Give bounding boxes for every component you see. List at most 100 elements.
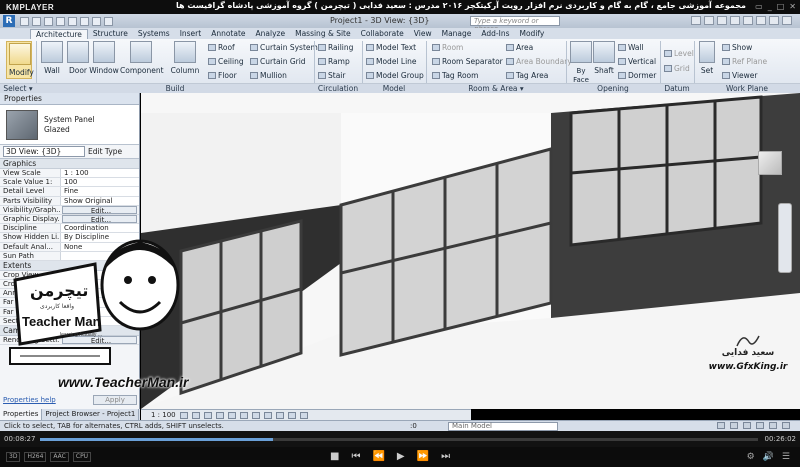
ceiling-button[interactable]: Ceiling <box>208 57 244 66</box>
tab-project-browser[interactable]: Project Browser - Project1 <box>42 409 140 420</box>
close-icon[interactable] <box>782 16 792 25</box>
badge-aac[interactable]: AAC <box>50 452 69 462</box>
stop-icon[interactable]: ■ <box>330 451 339 462</box>
property-row[interactable]: Parts Visibility Show Original <box>0 196 139 206</box>
3d-view-icon[interactable] <box>104 16 113 26</box>
tab-properties[interactable]: Properties <box>0 409 43 420</box>
property-value[interactable]: Fine <box>60 187 139 196</box>
lock-view-icon[interactable] <box>263 411 272 419</box>
tab-massing-site[interactable]: Massing & Site <box>290 29 356 39</box>
floor-button[interactable]: Floor <box>208 71 237 80</box>
maximize-icon[interactable]: □ <box>777 2 785 11</box>
show-workplane-button[interactable]: Show <box>722 43 752 52</box>
properties-help-link[interactable]: Properties help <box>3 396 56 404</box>
panel-select[interactable]: Select ▾ <box>0 83 36 93</box>
by-face-button[interactable]: By Face <box>570 41 592 84</box>
badge-3d[interactable]: 3D <box>6 452 21 462</box>
edit-button[interactable]: Edit... <box>62 214 137 224</box>
analysis-icon[interactable] <box>299 411 308 419</box>
star-icon[interactable] <box>730 16 740 25</box>
reveal-hidden-icon[interactable] <box>287 411 296 419</box>
settings-icon[interactable]: ⚙ <box>747 452 755 462</box>
property-row[interactable]: Detail Level Fine <box>0 187 139 197</box>
tab-systems[interactable]: Systems <box>133 29 175 39</box>
area-button[interactable]: Area <box>506 43 533 52</box>
view-instance-selector[interactable]: 3D View: {3D} <box>3 146 85 157</box>
panel-room-area[interactable]: Room & Area ▾ <box>426 83 566 93</box>
next-icon[interactable]: ⏭ <box>441 451 450 462</box>
measure-icon[interactable] <box>80 16 89 26</box>
rewind-icon[interactable]: ⏪ <box>372 451 384 462</box>
viewcube-icon[interactable] <box>758 151 782 175</box>
active-model-selector[interactable]: Main Model <box>448 422 558 431</box>
tab-collaborate[interactable]: Collaborate <box>356 29 409 39</box>
undo-icon[interactable] <box>44 16 53 26</box>
temp-hide-icon[interactable] <box>275 411 284 419</box>
property-row[interactable]: Visibility/Graph... Edit... <box>0 205 139 215</box>
view-scale[interactable]: 1 : 100 <box>151 411 176 419</box>
component-button[interactable]: Component <box>120 41 164 75</box>
model-group-button[interactable]: Model Group <box>366 71 424 80</box>
grid-button[interactable]: Grid <box>664 64 690 73</box>
property-value[interactable]: 100 <box>60 178 139 187</box>
crop-icon[interactable] <box>239 411 248 419</box>
revit-app-menu-icon[interactable]: R <box>3 15 15 27</box>
modify-button[interactable]: Modify <box>6 41 34 79</box>
edit-button[interactable]: Edit... <box>62 205 137 214</box>
tab-modify[interactable]: Modify <box>515 29 550 39</box>
filter-icon[interactable] <box>782 422 790 429</box>
ref-plane-button[interactable]: Ref Plane <box>722 57 767 66</box>
area-boundary-button[interactable]: Area Boundary <box>506 57 572 66</box>
tab-manage[interactable]: Manage <box>437 29 477 39</box>
detail-level-icon[interactable] <box>179 411 188 419</box>
property-value[interactable]: 1 : 100 <box>60 169 139 178</box>
railing-button[interactable]: Railing <box>318 43 353 52</box>
apply-button[interactable]: Apply <box>93 395 137 405</box>
restore-icon[interactable] <box>769 16 779 25</box>
stair-button[interactable]: Stair <box>318 71 345 80</box>
minimize-icon[interactable]: _ <box>768 2 772 11</box>
curtain-system-button[interactable]: Curtain System <box>250 43 318 52</box>
open-icon[interactable] <box>20 16 29 26</box>
save-icon[interactable] <box>32 16 41 26</box>
window-button[interactable]: Window <box>88 41 120 75</box>
shadows-icon[interactable] <box>215 411 224 419</box>
room-separator-button[interactable]: Room Separator <box>432 57 503 66</box>
redo-icon[interactable] <box>56 16 65 26</box>
property-row[interactable]: Graphic Display... Edit... <box>0 214 139 225</box>
volume-icon[interactable]: 🔊 <box>763 452 774 462</box>
wall-button[interactable]: Wall <box>40 41 64 75</box>
ramp-button[interactable]: Ramp <box>318 57 350 66</box>
vertical-opening-button[interactable]: Vertical <box>618 57 656 66</box>
category-graphics[interactable]: Graphics <box>0 159 139 169</box>
navigation-bar[interactable] <box>778 203 792 273</box>
viewer-button[interactable]: Viewer <box>722 71 758 80</box>
drag-elements-icon[interactable] <box>769 422 777 429</box>
tab-view[interactable]: View <box>409 29 437 39</box>
render-icon[interactable] <box>227 411 236 419</box>
tag-area-button[interactable]: Tag Area <box>506 71 548 80</box>
sun-path-icon[interactable] <box>203 411 212 419</box>
previous-icon[interactable]: ⏮ <box>351 451 360 462</box>
tab-architecture[interactable]: Architecture <box>30 29 88 39</box>
dormer-button[interactable]: Dormer <box>618 71 656 80</box>
close-icon[interactable]: ✕ <box>789 2 796 11</box>
select-by-face-icon[interactable] <box>756 422 764 429</box>
mini-mode-icon[interactable]: ▭ <box>755 2 763 11</box>
roof-button[interactable]: Roof <box>208 43 235 52</box>
tag-room-button[interactable]: Tag Room <box>432 71 478 80</box>
subscription-icon[interactable] <box>704 16 714 25</box>
select-pinned-icon[interactable] <box>743 422 751 429</box>
tab-analyze[interactable]: Analyze <box>251 29 291 39</box>
shaft-button[interactable]: Shaft <box>593 41 615 75</box>
model-line-button[interactable]: Model Line <box>366 57 417 66</box>
set-workplane-button[interactable]: Set <box>698 41 716 75</box>
minimize-icon[interactable] <box>756 16 766 25</box>
select-links-icon[interactable] <box>717 422 725 429</box>
property-row[interactable]: Scale Value 1: 100 <box>0 178 139 188</box>
property-row[interactable]: View Scale 1 : 100 <box>0 169 139 179</box>
tab-add-ins[interactable]: Add-Ins <box>476 29 514 39</box>
search-input[interactable]: Type a keyword or phrase <box>470 16 560 33</box>
visual-style-icon[interactable] <box>191 411 200 419</box>
text-icon[interactable] <box>92 16 101 26</box>
